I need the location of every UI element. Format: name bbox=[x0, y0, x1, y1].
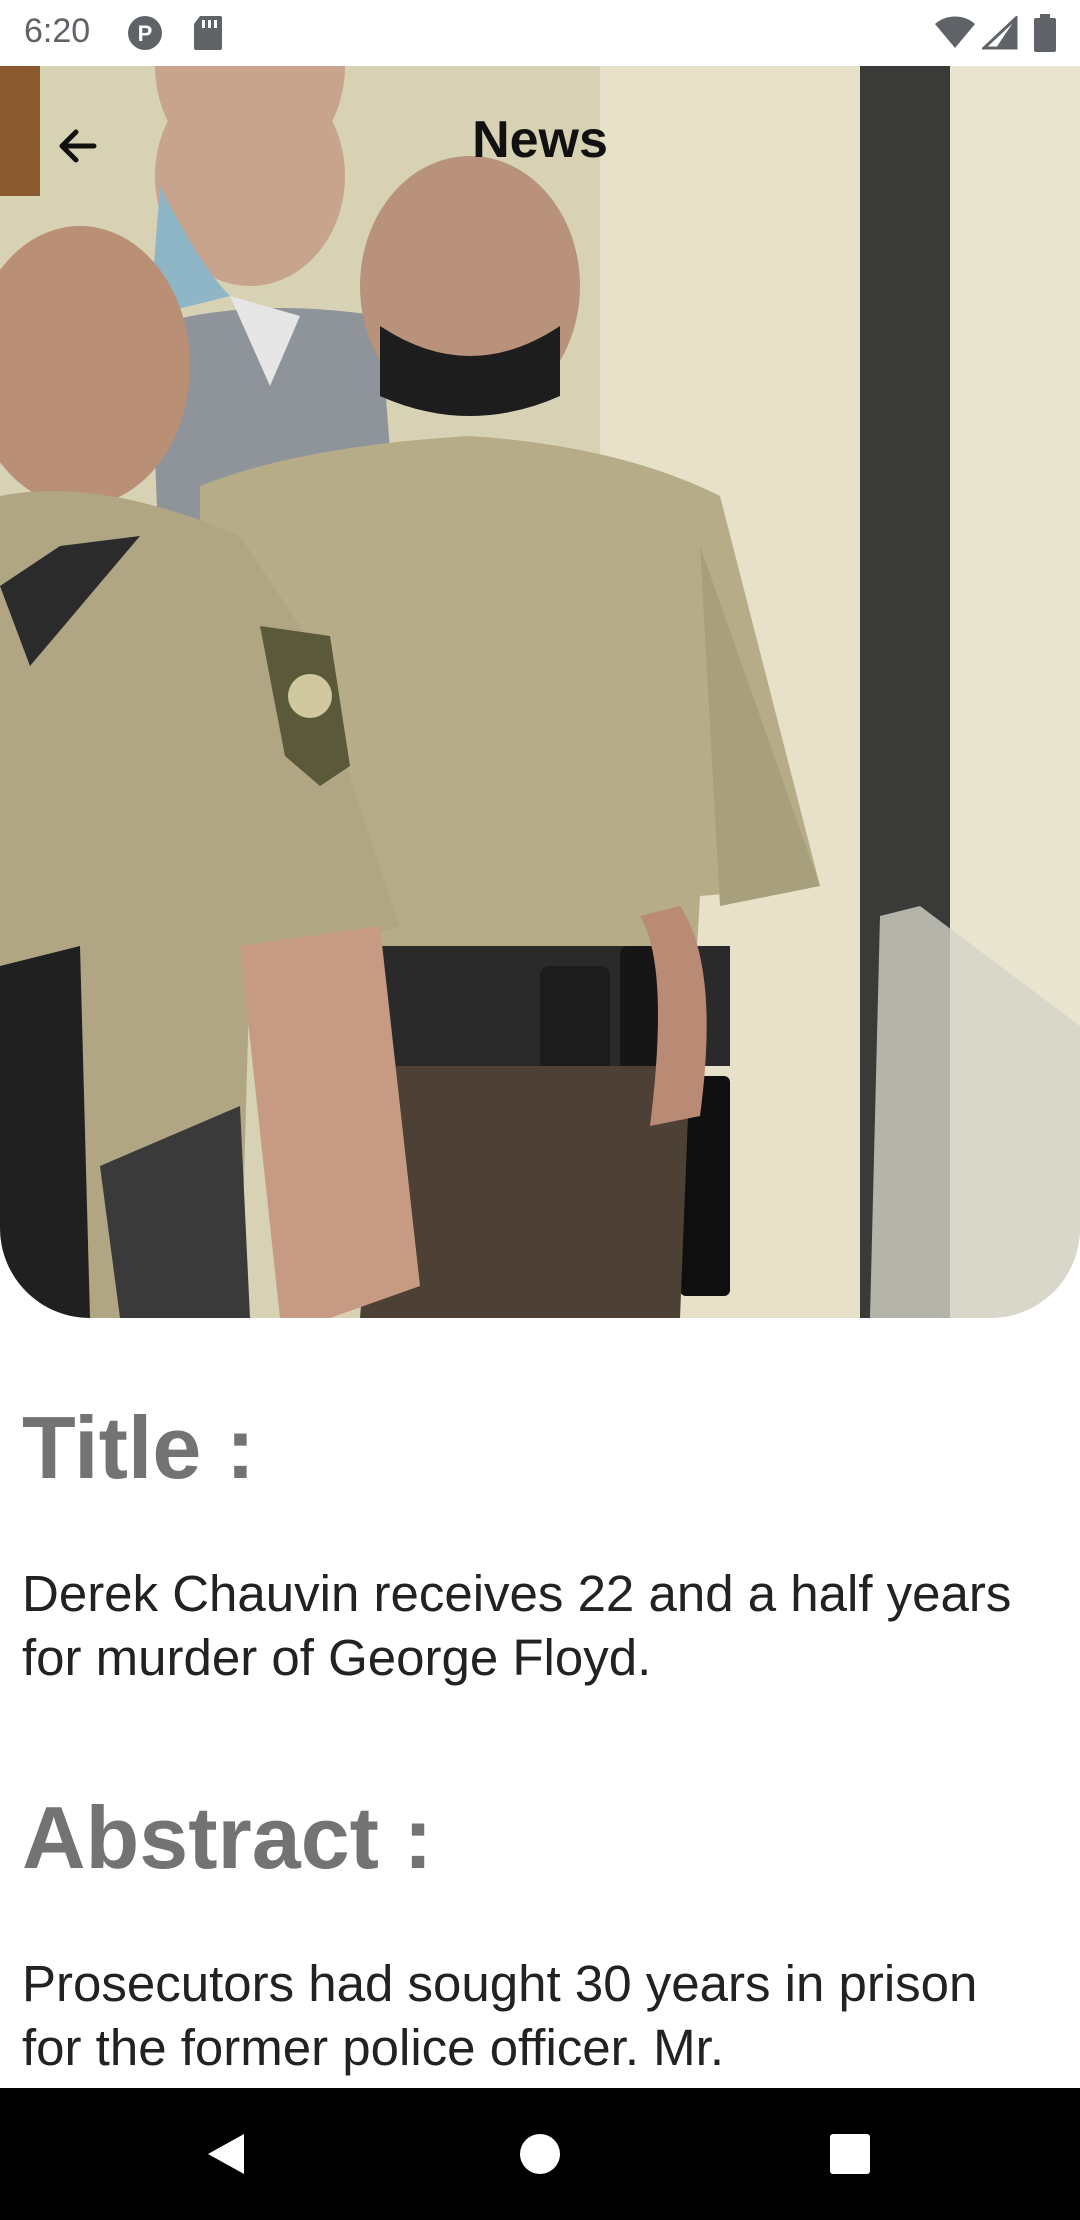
recents-square-icon bbox=[830, 2134, 870, 2174]
sd-card-icon bbox=[192, 14, 224, 57]
status-time: 6:20 bbox=[24, 12, 91, 50]
status-bar: 6:20 P bbox=[0, 0, 1080, 66]
back-triangle-icon bbox=[208, 2134, 244, 2174]
nav-home-button[interactable] bbox=[510, 2124, 570, 2184]
home-circle-icon bbox=[520, 2134, 560, 2174]
article-title-text: Derek Chauvin receives 22 and a half yea… bbox=[22, 1565, 1012, 1686]
nav-recents-button[interactable] bbox=[820, 2124, 880, 2184]
svg-text:P: P bbox=[138, 21, 153, 46]
signal-icon bbox=[980, 14, 1018, 55]
title-heading: Title : bbox=[22, 1398, 256, 1497]
news-detail-screen: 6:20 P News Title: Derek Chauvin receiv… bbox=[0, 0, 1080, 2220]
abstract-heading: Abstract : bbox=[22, 1788, 433, 1887]
nav-back-button[interactable] bbox=[196, 2124, 256, 2184]
wifi-icon bbox=[934, 16, 976, 55]
article-abstract-text: Prosecutors had sought 30 years in priso… bbox=[22, 1955, 978, 2076]
system-navigation-bar bbox=[0, 2088, 1080, 2220]
notification-p-icon: P bbox=[126, 14, 164, 57]
news-hero-image bbox=[0, 66, 1080, 1318]
battery-icon bbox=[1034, 14, 1056, 57]
page-title: News bbox=[472, 111, 608, 169]
